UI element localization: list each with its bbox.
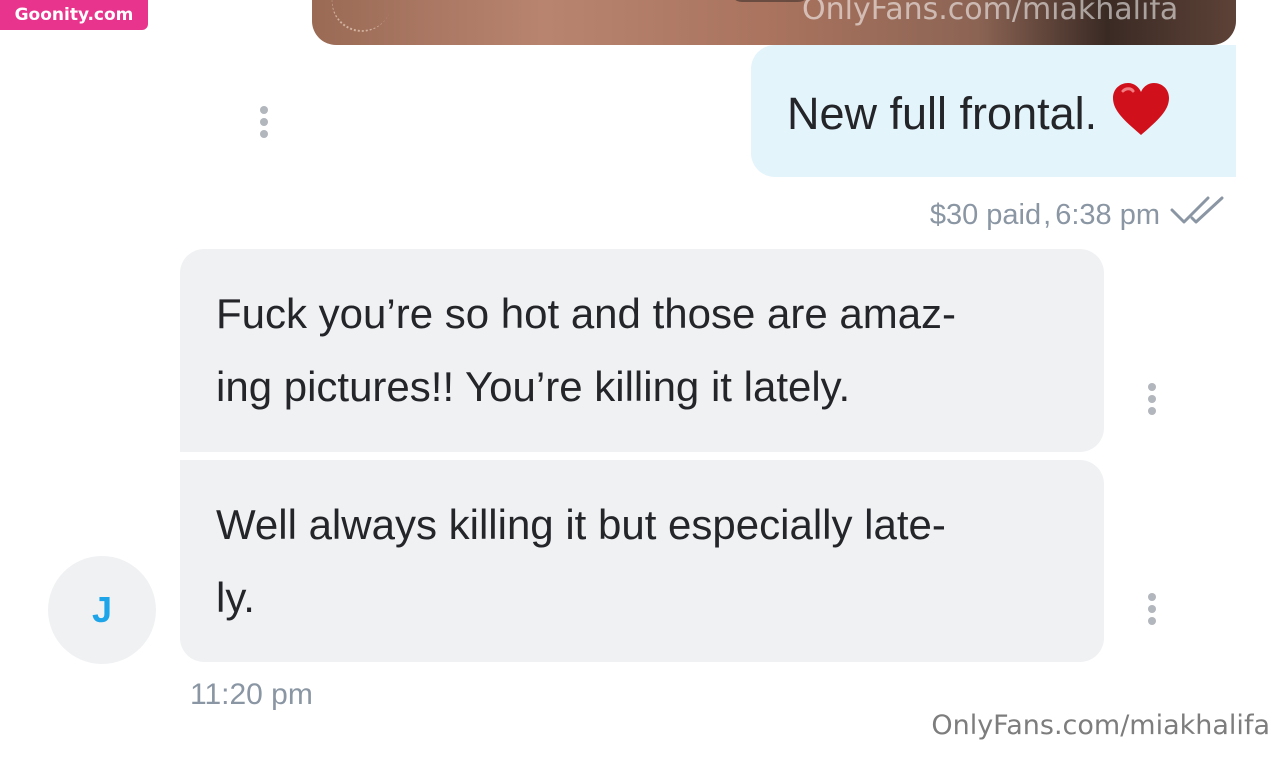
incoming-message-text: Well always killing it but especially la… xyxy=(216,460,1068,634)
heart-icon xyxy=(1111,81,1171,150)
paid-amount: $30 paid xyxy=(929,198,1042,231)
incoming-message-menu-icon[interactable] xyxy=(1145,381,1159,417)
necklace-detail xyxy=(321,0,403,42)
outgoing-message-text: New full frontal. xyxy=(787,88,1098,139)
footer-watermark: OnlyFans.com/miakhalifa xyxy=(931,710,1270,741)
outgoing-message-text-row: New full frontal. xyxy=(787,81,1171,150)
image-overlay-tab xyxy=(730,0,810,2)
image-watermark: OnlyFans.com/miakhalifa xyxy=(802,0,1179,27)
outgoing-message-time: 6:38 pm xyxy=(1055,198,1160,231)
incoming-message-bubble[interactable]: Fuck you’re so hot and those are amaz- i… xyxy=(180,249,1104,452)
site-watermark-badge: Goonity.com xyxy=(0,0,148,30)
outgoing-message-meta: $30 paid , 6:38 pm xyxy=(930,195,1226,235)
double-check-icon xyxy=(1170,196,1226,234)
meta-separator: , xyxy=(1043,198,1052,231)
outgoing-message-menu-icon[interactable] xyxy=(257,104,271,140)
incoming-message-time: 11:20 pm xyxy=(190,678,313,711)
incoming-message-line: Fuck you’re so hot and those are amaz- xyxy=(216,290,957,337)
incoming-message-text: Fuck you’re so hot and those are amaz- i… xyxy=(216,249,1068,423)
incoming-message-menu-icon[interactable] xyxy=(1145,591,1159,627)
outgoing-message-bubble[interactable]: New full frontal. xyxy=(751,45,1236,177)
avatar[interactable]: J xyxy=(48,556,156,664)
incoming-message-line: ly. xyxy=(216,574,255,621)
message-image-preview[interactable]: OnlyFans.com/miakhalifa xyxy=(312,0,1236,45)
incoming-message-bubble[interactable]: Well always killing it but especially la… xyxy=(180,460,1104,662)
incoming-message-line: ing pictures!! You’re killing it lately. xyxy=(216,363,851,410)
incoming-message-line: Well always killing it but especially la… xyxy=(216,501,946,548)
